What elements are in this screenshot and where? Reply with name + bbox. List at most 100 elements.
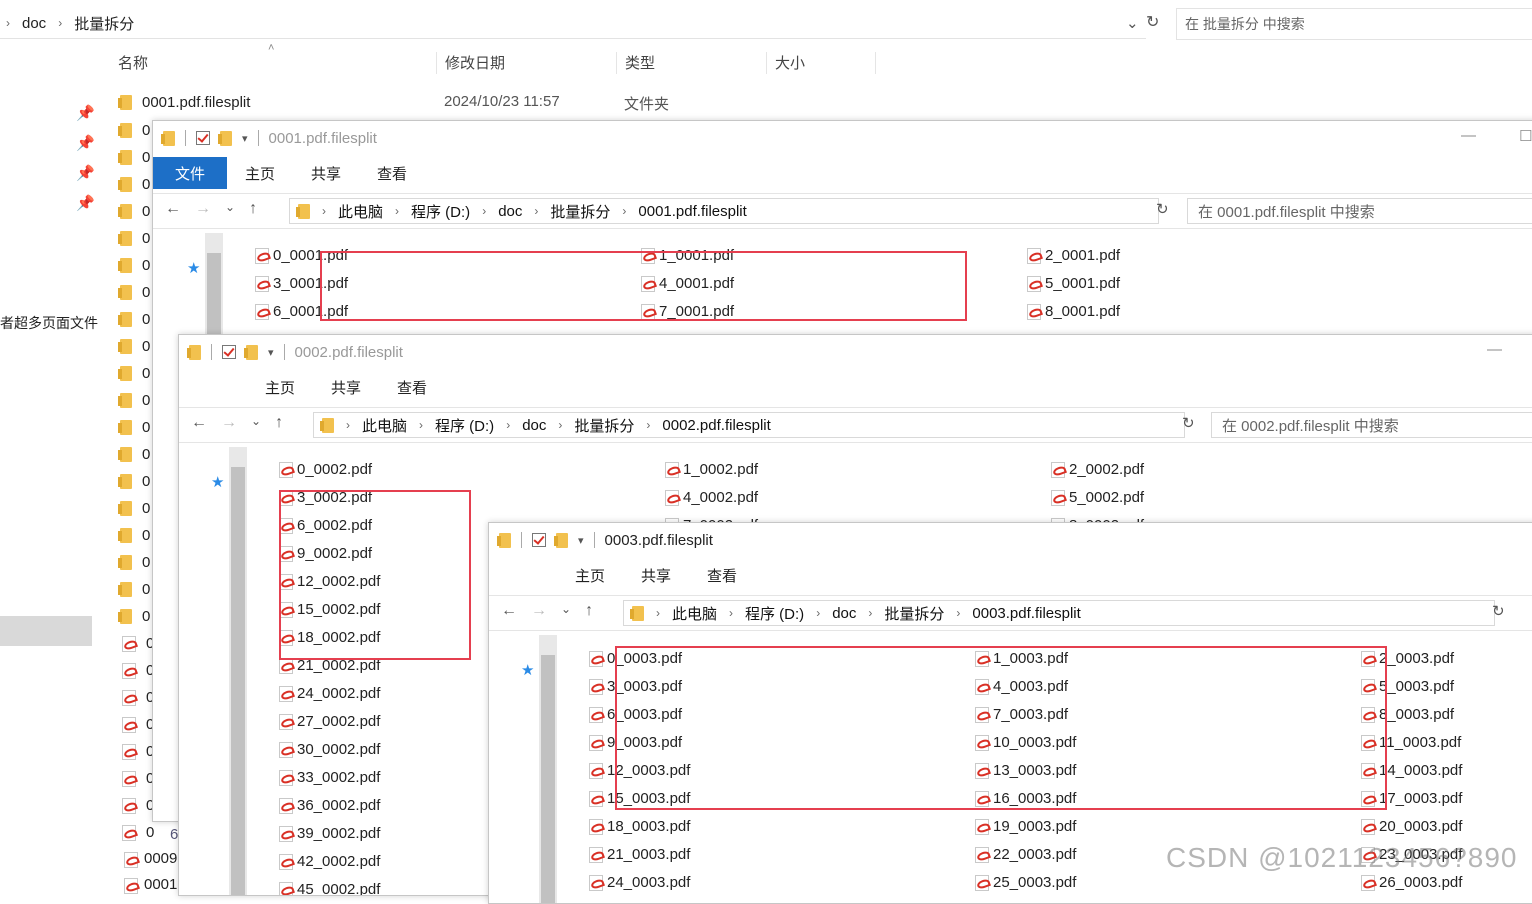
refresh-icon[interactable]: ↻ xyxy=(1146,12,1159,32)
up-icon[interactable]: ↑ xyxy=(275,414,283,432)
breadcrumb-item[interactable]: 此电脑 xyxy=(672,603,717,624)
tab-view[interactable]: 查看 xyxy=(689,559,755,591)
refresh-icon[interactable]: ↻ xyxy=(1156,200,1169,218)
tab-share[interactable]: 共享 xyxy=(313,371,379,403)
file-item[interactable]: 19_0003.pdf xyxy=(973,812,1076,840)
address-bar[interactable]: › 此电脑 › 程序 (D:) › doc › 批量拆分 › 0001.pdf.files… xyxy=(289,198,1159,224)
file-item[interactable]: 20_0003.pdf xyxy=(1359,812,1462,840)
file-item[interactable]: 24_0002.pdf xyxy=(277,679,380,707)
tab-home[interactable]: 主页 xyxy=(247,371,313,403)
quick-access-star-icon[interactable]: ★ xyxy=(211,473,224,491)
file-item[interactable]: 3_0001.pdf xyxy=(253,269,348,297)
breadcrumb-item[interactable]: doc xyxy=(832,605,856,622)
list-item[interactable]: 0 xyxy=(118,550,150,574)
file-item[interactable]: 7_0001.pdf xyxy=(639,297,734,325)
file-item[interactable]: 1_0002.pdf xyxy=(663,455,758,483)
background-address-bar[interactable]: › doc › 批量拆分 xyxy=(0,8,1146,39)
back-icon[interactable]: ← xyxy=(165,200,181,218)
file-item[interactable]: 4_0001.pdf xyxy=(639,269,734,297)
tab-view[interactable]: 查看 xyxy=(379,371,445,403)
customize-qat-icon[interactable]: ▾ xyxy=(242,132,248,145)
file-item[interactable]: 18_0003.pdf xyxy=(587,812,690,840)
file-item[interactable]: 15_0002.pdf xyxy=(277,595,380,623)
list-item[interactable]: 0 xyxy=(118,145,150,169)
search-input[interactable]: 在 0001.pdf.filesplit 中搜索 xyxy=(1187,198,1532,224)
breadcrumb-item[interactable]: doc xyxy=(498,203,522,220)
file-item[interactable]: 6_0002.pdf xyxy=(277,511,380,539)
file-item[interactable]: 12_0002.pdf xyxy=(277,567,380,595)
forward-icon[interactable]: → xyxy=(531,602,547,620)
breadcrumb-item[interactable]: 批量拆分 xyxy=(884,603,944,624)
breadcrumb-item[interactable]: 批量拆分 xyxy=(574,415,634,436)
list-item[interactable]: 0009 xyxy=(122,850,177,868)
list-item[interactable]: 0 xyxy=(118,280,150,304)
file-item[interactable]: 2_0001.pdf xyxy=(1025,241,1120,269)
file-item[interactable]: 9_0002.pdf xyxy=(277,539,380,567)
breadcrumb-item[interactable]: 程序 (D:) xyxy=(435,415,494,436)
list-item[interactable]: 0 xyxy=(118,496,150,520)
background-search-input[interactable]: 在 批量拆分 中搜索 xyxy=(1176,8,1532,40)
nav-item-truncated[interactable]: 者超多页面文件 xyxy=(0,313,98,333)
file-item[interactable]: 42_0002.pdf xyxy=(277,847,380,875)
address-bar[interactable]: › 此电脑 › 程序 (D:) › doc › 批量拆分 › 0002.pdf.files… xyxy=(313,412,1185,438)
list-item[interactable]: 0 xyxy=(120,793,154,817)
file-item[interactable]: 33_0002.pdf xyxy=(277,763,380,791)
file-item[interactable]: 18_0002.pdf xyxy=(277,623,380,651)
new-folder-icon[interactable] xyxy=(218,130,232,146)
customize-qat-icon[interactable]: ▾ xyxy=(578,534,584,547)
list-item[interactable]: 0 xyxy=(118,388,150,412)
tab-file[interactable]: 文件 xyxy=(153,157,228,189)
list-item[interactable]: 0 xyxy=(118,469,150,493)
list-item[interactable]: 0 xyxy=(118,172,150,196)
tab-share[interactable]: 共享 xyxy=(293,157,359,189)
file-item[interactable]: 21_0002.pdf xyxy=(277,651,380,679)
customize-qat-icon[interactable]: ▾ xyxy=(268,346,274,359)
file-item[interactable]: 4_0002.pdf xyxy=(663,483,758,511)
breadcrumb-item[interactable]: doc xyxy=(522,417,546,434)
list-item[interactable]: 0 xyxy=(118,415,150,439)
breadcrumb-item[interactable]: 0002.pdf.filesplit xyxy=(662,417,770,434)
up-icon[interactable]: ↑ xyxy=(249,200,257,218)
new-folder-icon[interactable] xyxy=(244,344,258,360)
file-item[interactable]: 6_0001.pdf xyxy=(253,297,348,325)
quick-access-star-icon[interactable]: ★ xyxy=(521,661,534,679)
list-item[interactable]: 0 xyxy=(118,604,150,628)
list-item[interactable]: 0001 xyxy=(122,876,177,894)
minimize-button[interactable]: — xyxy=(1461,127,1476,144)
breadcrumb-item[interactable]: 此电脑 xyxy=(362,415,407,436)
breadcrumb-item[interactable]: 0001.pdf.filesplit xyxy=(638,203,746,220)
file-item[interactable]: 30_0002.pdf xyxy=(277,735,380,763)
list-item[interactable]: 0 xyxy=(118,253,150,277)
breadcrumb-item[interactable]: 此电脑 xyxy=(338,201,383,222)
file-item[interactable]: 12_0003.pdf xyxy=(587,756,690,784)
column-header-size[interactable]: 大小 xyxy=(766,52,876,74)
file-item[interactable]: 8_0001.pdf xyxy=(1025,297,1120,325)
list-item[interactable]: 0 xyxy=(120,685,154,709)
list-item[interactable]: 0 xyxy=(120,739,154,763)
pin-icon[interactable]: 📌 xyxy=(76,104,95,122)
list-item[interactable]: 0 xyxy=(120,766,154,790)
list-item[interactable]: 0 xyxy=(120,658,154,682)
tab-view[interactable]: 查看 xyxy=(359,157,425,189)
file-item[interactable]: 11_0003.pdf xyxy=(1359,728,1462,756)
recent-dropdown-icon[interactable]: ⌄ xyxy=(225,200,235,218)
list-item[interactable]: 0 xyxy=(120,820,154,844)
new-folder-icon[interactable] xyxy=(554,532,568,548)
nav-pane-scrollbar[interactable] xyxy=(539,635,557,903)
refresh-icon[interactable]: ↻ xyxy=(1182,414,1195,432)
list-item[interactable]: 0 xyxy=(118,226,150,250)
file-item[interactable]: 7_0003.pdf xyxy=(973,700,1076,728)
list-item[interactable]: 0 xyxy=(118,442,150,466)
refresh-icon[interactable]: ↻ xyxy=(1492,602,1505,620)
list-item[interactable]: 0 xyxy=(118,334,150,358)
list-item[interactable]: 0 xyxy=(120,631,154,655)
file-item[interactable]: 1_0003.pdf xyxy=(973,644,1076,672)
file-item[interactable]: 2_0002.pdf xyxy=(1049,455,1144,483)
list-item[interactable]: 0 xyxy=(118,577,150,601)
file-item[interactable]: 5_0002.pdf xyxy=(1049,483,1144,511)
file-item[interactable]: 10_0003.pdf xyxy=(973,728,1076,756)
file-item[interactable]: 24_0003.pdf xyxy=(587,868,690,896)
list-item[interactable]: 0 xyxy=(118,523,150,547)
file-item[interactable]: 6_0003.pdf xyxy=(587,700,690,728)
file-item[interactable]: 25_0003.pdf xyxy=(973,868,1076,896)
